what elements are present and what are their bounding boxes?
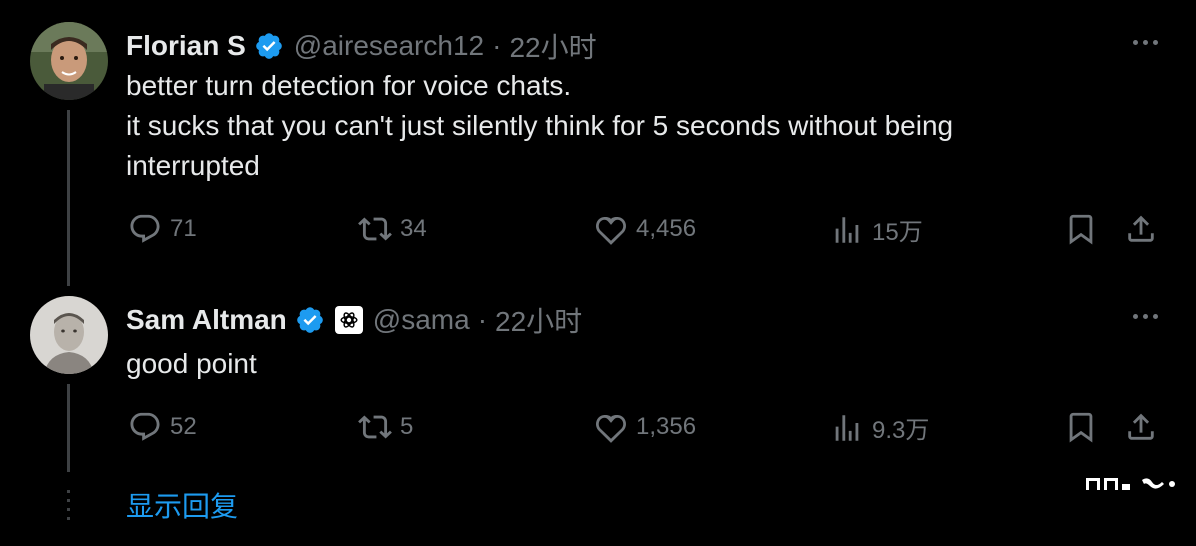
separator-dot: ·	[492, 30, 502, 61]
verified-badge-icon[interactable]	[254, 31, 284, 61]
timestamp[interactable]: 22小时	[509, 26, 596, 66]
more-icon[interactable]	[1133, 40, 1158, 45]
author-name[interactable]: Sam Altman	[126, 304, 287, 336]
views-button[interactable]: 15万	[830, 212, 923, 247]
retweet-count: 5	[400, 413, 414, 440]
tweet-header: Florian S @airesearch12 · 22小时	[126, 26, 597, 66]
reply-count: 71	[170, 215, 197, 242]
more-icon[interactable]	[1133, 314, 1158, 319]
reply-icon	[130, 214, 160, 243]
action-bar: 71 34 4,456 15万	[0, 212, 1196, 252]
bookmark-button[interactable]	[1064, 410, 1098, 449]
views-icon	[835, 414, 859, 441]
share-icon	[1128, 413, 1154, 440]
watermark-icon	[1086, 478, 1175, 490]
retweet-count: 34	[400, 215, 427, 242]
author-name[interactable]: Florian S	[126, 30, 246, 62]
view-count: 15万	[872, 219, 923, 246]
thread-dots	[67, 490, 70, 526]
views-icon	[835, 216, 859, 243]
like-count: 1,356	[636, 413, 697, 440]
reply-count: 52	[170, 413, 197, 440]
views-button[interactable]: 9.3万	[830, 410, 929, 445]
retweet-button[interactable]: 5	[358, 410, 413, 444]
like-button[interactable]: 4,456	[594, 212, 696, 246]
reply-icon	[130, 412, 160, 441]
reply-button[interactable]: 71	[128, 212, 197, 246]
avatar-florian[interactable]	[30, 22, 108, 100]
bookmark-icon	[1069, 412, 1093, 443]
bookmark-icon	[1069, 214, 1093, 245]
view-count: 9.3万	[872, 417, 930, 444]
share-button[interactable]	[1124, 212, 1158, 251]
tweet-2[interactable]: Sam Altman @sama · 22小时 good point 52 5	[0, 290, 1196, 480]
share-button[interactable]	[1124, 410, 1158, 449]
like-icon	[596, 216, 626, 245]
like-icon	[596, 414, 626, 443]
verified-badge-icon[interactable]	[295, 305, 325, 335]
reply-button[interactable]: 52	[128, 410, 197, 444]
bookmark-button[interactable]	[1064, 212, 1098, 251]
openai-affiliate-icon[interactable]	[334, 306, 363, 334]
retweet-button[interactable]: 34	[358, 212, 427, 246]
author-handle[interactable]: @sama	[373, 304, 470, 336]
like-button[interactable]: 1,356	[594, 410, 696, 444]
retweet-icon	[358, 415, 392, 439]
action-bar: 52 5 1,356 9.3万	[0, 410, 1196, 450]
like-count: 4,456	[636, 215, 697, 242]
tweet-text: better turn detection for voice chats. i…	[126, 70, 954, 181]
share-icon	[1128, 215, 1154, 242]
author-handle[interactable]: @airesearch12	[294, 30, 484, 62]
thread-line	[67, 110, 70, 286]
timestamp[interactable]: 22小时	[495, 300, 582, 340]
tweet-1[interactable]: Florian S @airesearch12 · 22小时 better tu…	[0, 0, 1196, 290]
avatar-sama[interactable]	[30, 296, 108, 374]
show-replies-link[interactable]: 显示回复	[126, 485, 238, 525]
tweet-text: good point	[126, 348, 257, 379]
tweet-header: Sam Altman @sama · 22小时	[126, 300, 582, 340]
separator-dot: ·	[477, 304, 488, 335]
retweet-icon	[358, 217, 392, 241]
